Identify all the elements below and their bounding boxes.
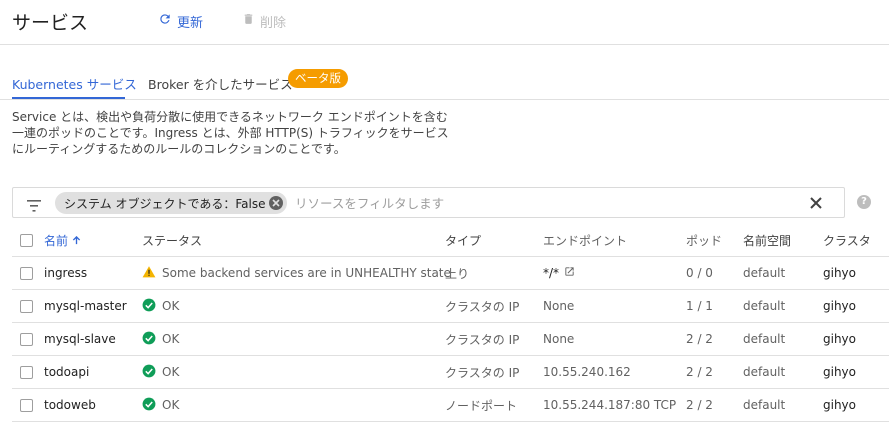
column-header-endpoints: エンドポイント xyxy=(543,234,628,248)
warning-icon xyxy=(142,265,156,281)
table-row: mysql-master OK クラスタの IP None 1 / 1 defa… xyxy=(12,290,889,323)
refresh-label: 更新 xyxy=(177,15,204,31)
column-name-label: 名前 xyxy=(44,234,69,248)
refresh-button[interactable]: 更新 xyxy=(158,11,203,31)
service-cluster: gihyo xyxy=(823,398,856,412)
row-checkbox[interactable] xyxy=(20,266,33,280)
table-header-row: 名前 ステータス タイプ エンドポイント ポッド 名前空間 クラスタ xyxy=(12,225,889,257)
service-name[interactable]: todoapi xyxy=(44,356,89,388)
row-checkbox[interactable] xyxy=(20,398,33,412)
service-name[interactable]: ingress xyxy=(44,257,87,289)
service-type: クラスタの IP xyxy=(445,332,520,347)
column-header-pods: ポッド xyxy=(686,234,723,248)
service-status: OK xyxy=(142,323,179,355)
row-checkbox[interactable] xyxy=(20,332,33,346)
service-status: OK xyxy=(142,290,179,322)
column-header-status: ステータス xyxy=(142,234,203,248)
table-row: todoweb OK ノードポート 10.55.244.187:80 TCP 2… xyxy=(12,389,889,422)
beta-badge: ベータ版 xyxy=(288,69,348,88)
chip-remove-icon[interactable] xyxy=(269,196,284,210)
tab-bar: Kubernetes サービス Broker を介したサービス ベータ版 xyxy=(0,46,889,100)
column-header-type: タイプ xyxy=(445,234,482,248)
row-checkbox-cell xyxy=(20,290,33,322)
services-table: 名前 ステータス タイプ エンドポイント ポッド 名前空間 クラスタ ingre… xyxy=(12,225,889,422)
column-header-namespace: 名前空間 xyxy=(743,234,792,248)
check-circle-icon xyxy=(142,397,156,414)
service-cluster: gihyo xyxy=(823,299,856,313)
status-text: OK xyxy=(162,332,180,346)
page-description: Service とは、検出や負荷分散に使用できるネットワーク エンドポイントを含… xyxy=(12,110,449,156)
endpoint-text[interactable]: */* xyxy=(543,266,559,280)
table-row: ingress Some backend services are in UNH… xyxy=(12,257,889,290)
active-tab-indicator xyxy=(12,97,125,99)
row-checkbox[interactable] xyxy=(20,365,33,379)
page-title: サービス xyxy=(12,12,89,34)
service-namespace: default xyxy=(743,266,786,280)
check-circle-icon xyxy=(142,364,156,381)
table-row: mysql-slave OK クラスタの IP None 2 / 2 defau… xyxy=(12,323,889,356)
table-row: todoapi OK クラスタの IP 10.55.240.162 2 / 2 … xyxy=(12,356,889,389)
service-type: ノードポート xyxy=(445,398,518,413)
sort-by-name[interactable]: 名前 xyxy=(44,232,81,249)
filter-chip[interactable]: システム オブジェクトである：False xyxy=(55,192,288,214)
refresh-icon xyxy=(158,12,172,30)
check-circle-icon xyxy=(142,331,156,348)
sort-ascending-icon xyxy=(72,234,81,248)
service-status: OK xyxy=(142,389,179,421)
row-checkbox[interactable] xyxy=(20,299,33,313)
service-pods: 0 / 0 xyxy=(686,266,713,280)
service-type: 上り xyxy=(445,266,470,281)
column-header-cluster: クラスタ xyxy=(823,234,871,248)
service-pods: 2 / 2 xyxy=(686,365,713,379)
service-name[interactable]: mysql-slave xyxy=(44,323,116,355)
filter-icon[interactable] xyxy=(27,197,41,216)
delete-label: 削除 xyxy=(260,15,287,31)
service-namespace: default xyxy=(743,398,786,412)
service-endpoint: None xyxy=(543,332,575,346)
service-status: OK xyxy=(142,356,179,388)
service-namespace: default xyxy=(743,365,786,379)
service-status: Some backend services are in UNHEALTHY s… xyxy=(142,257,451,289)
trash-icon xyxy=(242,12,255,30)
help-icon[interactable]: ? xyxy=(857,195,871,209)
service-endpoint: 10.55.240.162 xyxy=(543,365,631,379)
status-text: OK xyxy=(162,365,180,379)
service-endpoint: None xyxy=(543,299,575,313)
service-type: クラスタの IP xyxy=(445,299,520,314)
service-cluster: gihyo xyxy=(823,266,856,280)
tab-kubernetes-services[interactable]: Kubernetes サービス xyxy=(12,74,137,93)
filter-chip-label: システム オブジェクトである：False xyxy=(64,196,266,211)
service-cluster: gihyo xyxy=(823,365,856,379)
service-endpoint: 10.55.244.187:80 TCP xyxy=(543,398,677,412)
page-header: サービス 更新 削除 xyxy=(0,0,889,45)
filter-input[interactable] xyxy=(295,193,775,213)
service-pods: 2 / 2 xyxy=(686,332,713,346)
delete-button[interactable]: 削除 xyxy=(242,11,286,31)
row-checkbox-cell xyxy=(20,356,33,388)
service-namespace: default xyxy=(743,332,786,346)
check-circle-icon xyxy=(142,298,156,315)
service-name[interactable]: mysql-master xyxy=(44,290,127,322)
external-link-icon[interactable] xyxy=(564,266,575,280)
select-all-checkbox-cell xyxy=(20,225,33,256)
service-name[interactable]: todoweb xyxy=(44,389,96,421)
tab-broker-services[interactable]: Broker を介したサービス xyxy=(148,74,293,93)
row-checkbox-cell xyxy=(20,257,33,289)
service-cluster: gihyo xyxy=(823,332,856,346)
row-checkbox-cell xyxy=(20,323,33,355)
column-header-name[interactable]: 名前 xyxy=(44,225,81,256)
service-namespace: default xyxy=(743,299,786,313)
row-checkbox-cell xyxy=(20,389,33,421)
status-text: Some backend services are in UNHEALTHY s… xyxy=(162,266,451,280)
service-type: クラスタの IP xyxy=(445,365,520,380)
clear-filter-icon[interactable] xyxy=(809,195,823,214)
status-text: OK xyxy=(162,299,180,313)
service-endpoint[interactable]: */* xyxy=(543,257,575,289)
service-pods: 1 / 1 xyxy=(686,299,713,313)
service-pods: 2 / 2 xyxy=(686,398,713,412)
filter-bar: システム オブジェクトである：False xyxy=(12,187,845,218)
select-all-checkbox[interactable] xyxy=(20,234,33,247)
status-text: OK xyxy=(162,398,180,412)
